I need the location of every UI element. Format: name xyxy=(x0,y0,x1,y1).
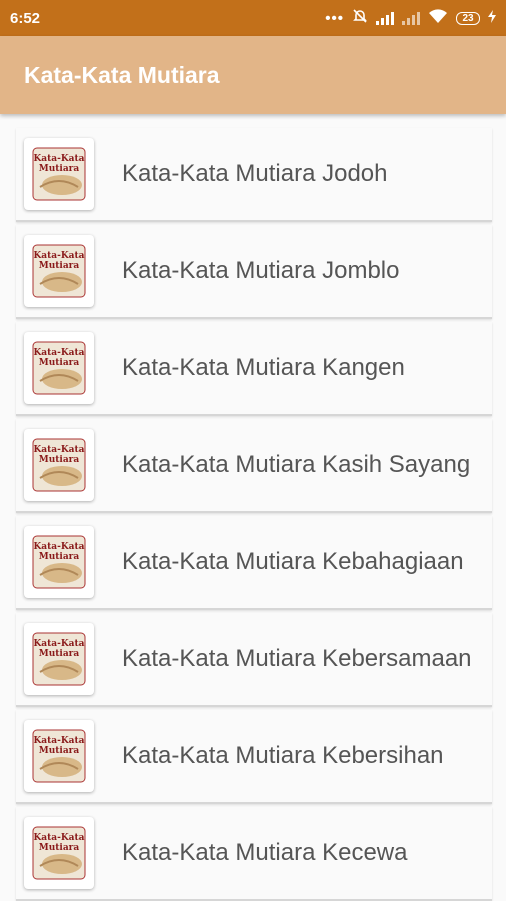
svg-text:Mutiara: Mutiara xyxy=(39,552,80,562)
list-item[interactable]: Kata-Kata Mutiara Kata-Kata Mutiara Kasi… xyxy=(16,419,492,513)
svg-text:Mutiara: Mutiara xyxy=(39,649,80,659)
svg-text:Mutiara: Mutiara xyxy=(39,843,80,853)
book-logo-icon: Kata-Kata Mutiara xyxy=(32,729,86,783)
list-item[interactable]: Kata-Kata Mutiara Kata-Kata Mutiara Keba… xyxy=(16,516,492,610)
svg-text:Kata-Kata: Kata-Kata xyxy=(33,639,84,649)
list-item[interactable]: Kata-Kata Mutiara Kata-Kata Mutiara Kebe… xyxy=(16,613,492,707)
list-item-label: Kata-Kata Mutiara Kasih Sayang xyxy=(122,451,471,478)
svg-text:Mutiara: Mutiara xyxy=(39,164,80,174)
category-thumbnail: Kata-Kata Mutiara xyxy=(24,332,94,404)
wifi-icon xyxy=(428,8,448,28)
more-dots-icon: ••• xyxy=(325,9,344,27)
svg-text:Kata-Kata: Kata-Kata xyxy=(33,736,84,746)
category-thumbnail: Kata-Kata Mutiara xyxy=(24,235,94,307)
notification-muted-icon xyxy=(352,8,368,28)
list-item-label: Kata-Kata Mutiara Kebahagiaan xyxy=(122,548,464,575)
app-title: Kata-Kata Mutiara xyxy=(24,61,220,88)
list-item[interactable]: Kata-Kata Mutiara Kata-Kata Mutiara Jomb… xyxy=(16,225,492,319)
list-item[interactable]: Kata-Kata Mutiara Kata-Kata Mutiara Kece… xyxy=(16,807,492,901)
app-bar: Kata-Kata Mutiara xyxy=(0,36,506,114)
battery-icon: 23 xyxy=(456,11,480,25)
book-logo-icon: Kata-Kata Mutiara xyxy=(32,826,86,880)
status-bar: 6:52 ••• 23 xyxy=(0,0,506,36)
book-logo-icon: Kata-Kata Mutiara xyxy=(32,438,86,492)
category-thumbnail: Kata-Kata Mutiara xyxy=(24,429,94,501)
category-thumbnail: Kata-Kata Mutiara xyxy=(24,526,94,598)
category-thumbnail: Kata-Kata Mutiara xyxy=(24,817,94,889)
svg-text:Mutiara: Mutiara xyxy=(39,358,80,368)
cell-signal-icon xyxy=(376,11,394,25)
svg-text:Mutiara: Mutiara xyxy=(39,455,80,465)
svg-text:Kata-Kata: Kata-Kata xyxy=(33,833,84,843)
book-logo-icon: Kata-Kata Mutiara xyxy=(32,244,86,298)
charging-icon xyxy=(488,9,496,27)
svg-text:Mutiara: Mutiara xyxy=(39,261,80,271)
book-logo-icon: Kata-Kata Mutiara xyxy=(32,147,86,201)
svg-text:Kata-Kata: Kata-Kata xyxy=(33,251,84,261)
list-item-label: Kata-Kata Mutiara Kebersihan xyxy=(122,742,444,769)
book-logo-icon: Kata-Kata Mutiara xyxy=(32,632,86,686)
status-time: 6:52 xyxy=(10,9,41,27)
svg-text:Kata-Kata: Kata-Kata xyxy=(33,348,84,358)
category-thumbnail: Kata-Kata Mutiara xyxy=(24,720,94,792)
list-item-label: Kata-Kata Mutiara Kebersamaan xyxy=(122,645,472,672)
book-logo-icon: Kata-Kata Mutiara xyxy=(32,535,86,589)
list-item-label: Kata-Kata Mutiara Kecewa xyxy=(122,839,408,866)
svg-text:Kata-Kata: Kata-Kata xyxy=(33,445,84,455)
list-item[interactable]: Kata-Kata Mutiara Kata-Kata Mutiara Kang… xyxy=(16,322,492,416)
list-item[interactable]: Kata-Kata Mutiara Kata-Kata Mutiara Kebe… xyxy=(16,710,492,804)
book-logo-icon: Kata-Kata Mutiara xyxy=(32,341,86,395)
list-item[interactable]: Kata-Kata Mutiara Kata-Kata Mutiara Jodo… xyxy=(16,128,492,222)
list-item-label: Kata-Kata Mutiara Jodoh xyxy=(122,160,388,187)
svg-text:Mutiara: Mutiara xyxy=(39,746,80,756)
svg-text:Kata-Kata: Kata-Kata xyxy=(33,542,84,552)
status-icons: ••• 23 xyxy=(325,8,496,28)
cell-signal-2-icon xyxy=(402,11,420,25)
list-item-label: Kata-Kata Mutiara Kangen xyxy=(122,354,405,381)
svg-text:Kata-Kata: Kata-Kata xyxy=(33,154,84,164)
category-thumbnail: Kata-Kata Mutiara xyxy=(24,138,94,210)
list-item-label: Kata-Kata Mutiara Jomblo xyxy=(122,257,400,284)
category-thumbnail: Kata-Kata Mutiara xyxy=(24,623,94,695)
